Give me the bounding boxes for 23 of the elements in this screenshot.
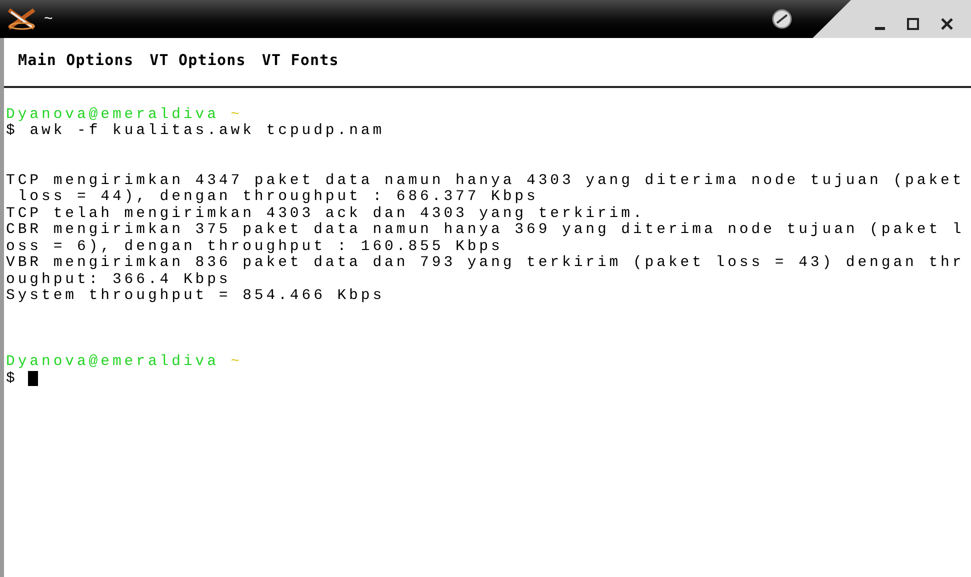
output-line: TCP mengirimkan 4347 paket data namun hanya 4303 yang diterima node tujuan (paket xyxy=(6,172,966,189)
command-text: awk -f kualitas.awk tcpudp.nam xyxy=(30,123,385,139)
close-icon[interactable] xyxy=(941,18,953,30)
prompt-path: ~ xyxy=(230,106,243,122)
output-line: loss = 44), dengan throughput : 686.377 Kbps xyxy=(16,189,540,206)
prompt-user-host: Dyanova@emeraldiva xyxy=(6,354,219,370)
menu-item[interactable]: Main Options xyxy=(18,48,134,72)
prompt-user-host: Dyanova@emeraldiva xyxy=(6,106,219,122)
prompt-path: ~ xyxy=(230,354,243,370)
output-line: VBR mengirimkan 836 paket data dan 793 yang terkirim (paket loss = 43) dengan thr xyxy=(6,255,966,272)
output-line: oughput: 366.4 Kbps xyxy=(6,272,232,288)
output-line: TCP telah mengirimkan 4303 ack dan 4303 yang terkirim. xyxy=(6,206,646,222)
maximize-icon[interactable] xyxy=(907,18,919,30)
output-line: oss = 6), dengan throughput : 160.855 Kbps xyxy=(6,238,504,255)
output-line: CBR mengirimkan 375 paket data namun hanya 369 yang diterima node tujuan (paket l xyxy=(6,222,966,238)
window-title: ~ xyxy=(44,8,53,29)
menu-item[interactable]: VT Fonts xyxy=(262,48,339,72)
text-cursor xyxy=(28,371,38,386)
prompt-symbol: $ xyxy=(6,370,18,387)
output-line: System throughput = 854.466 Kbps xyxy=(6,288,386,304)
circle-slash-icon[interactable] xyxy=(771,8,793,30)
menu-item[interactable]: VT Options xyxy=(150,48,246,72)
prompt-symbol: $ xyxy=(6,123,18,139)
